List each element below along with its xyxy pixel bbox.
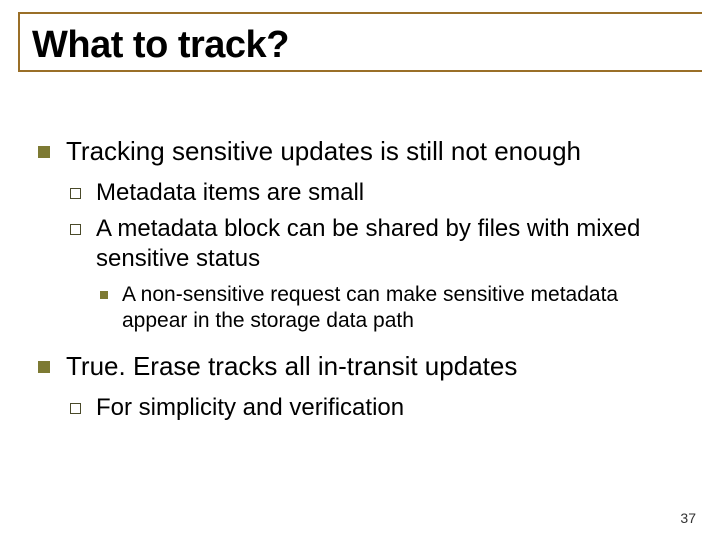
bullet-list-level2: Metadata items are small A metadata bloc… xyxy=(66,178,688,335)
slide: What to track? Tracking sensitive update… xyxy=(0,0,720,540)
list-item: A metadata block can be shared by files … xyxy=(66,214,688,335)
underline-rule xyxy=(18,70,702,72)
slide-title: What to track? xyxy=(32,24,688,67)
bullet-list-level2: For simplicity and verification xyxy=(66,393,688,423)
list-item: A non-sensitive request can make sensiti… xyxy=(96,282,688,335)
top-rule xyxy=(18,12,702,14)
bullet-text: A non-sensitive request can make sensiti… xyxy=(122,283,618,332)
page-number: 37 xyxy=(680,510,696,526)
slide-body: Tracking sensitive updates is still not … xyxy=(32,135,688,423)
bullet-text: True. Erase tracks all in-transit update… xyxy=(66,351,517,381)
list-item: For simplicity and verification xyxy=(66,393,688,423)
bullet-text: A metadata block can be shared by files … xyxy=(96,215,640,272)
title-wrap: What to track? xyxy=(32,24,688,75)
bullet-list-level1: Tracking sensitive updates is still not … xyxy=(32,135,688,423)
bullet-text: Tracking sensitive updates is still not … xyxy=(66,136,581,166)
list-item: Metadata items are small xyxy=(66,178,688,208)
list-item: True. Erase tracks all in-transit update… xyxy=(32,350,688,423)
bullet-text: For simplicity and verification xyxy=(96,394,404,421)
bullet-text: Metadata items are small xyxy=(96,179,364,206)
bullet-list-level3: A non-sensitive request can make sensiti… xyxy=(96,282,688,335)
corner-rule xyxy=(18,12,38,70)
list-item: Tracking sensitive updates is still not … xyxy=(32,135,688,334)
